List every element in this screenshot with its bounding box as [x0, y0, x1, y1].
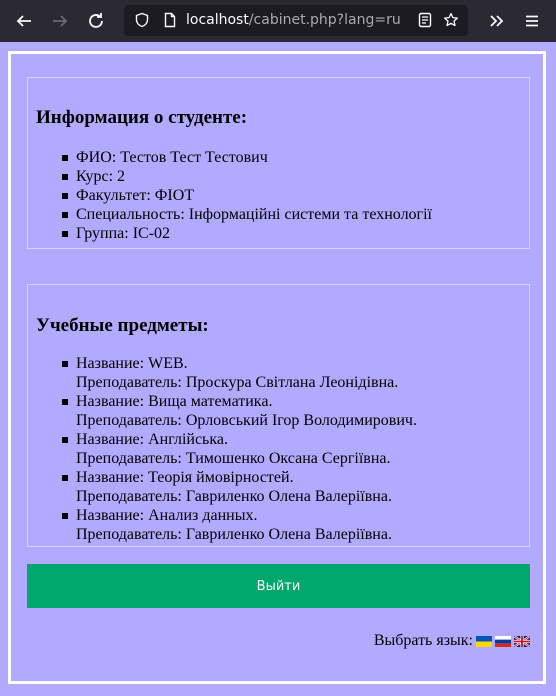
url-host: localhost: [186, 12, 249, 28]
subject-name: Название: Анализ данных.: [76, 507, 258, 524]
url-text: localhost/cabinet.php?lang=ru: [186, 12, 401, 28]
subject-name: Название: Теорія ймовірностей.: [76, 469, 294, 486]
student-info-title: Информация о студенте:: [36, 107, 248, 128]
bookmark-star-icon[interactable]: [443, 12, 459, 28]
back-arrow-icon[interactable]: [10, 7, 38, 35]
overflow-chevrons-icon[interactable]: [482, 7, 510, 35]
subject-item: Название: Теорія ймовірностей. Преподава…: [62, 468, 417, 506]
subject-teacher: Преподаватель: Орловський Ігор Володимир…: [76, 412, 417, 429]
subject-item: Название: Вища математика. Преподаватель…: [62, 392, 417, 430]
language-label: Выбрать язык:: [373, 632, 473, 649]
subject-teacher: Преподаватель: Тимошенко Оксана Сергіївн…: [76, 450, 391, 467]
language-selector: Выбрать язык:: [374, 632, 530, 650]
url-bar[interactable]: localhost/cabinet.php?lang=ru: [124, 5, 468, 36]
reload-icon[interactable]: [82, 7, 110, 35]
forward-arrow-icon[interactable]: [46, 7, 74, 35]
subjects-title: Учебные предметы:: [36, 315, 209, 336]
student-info-list: ФИО: Тестов Тест Тестович Курс: 2 Факуль…: [62, 148, 432, 243]
subject-name: Название: Англійська.: [76, 431, 228, 448]
subject-item: Название: Англійська. Преподаватель: Тим…: [62, 430, 417, 468]
russia-flag-icon[interactable]: [495, 635, 511, 647]
student-faculty: Факультет: ФІОТ: [62, 186, 432, 205]
page-icon[interactable]: [162, 12, 178, 28]
hamburger-menu-icon[interactable]: [518, 7, 546, 35]
student-info-card: Информация о студенте: ФИО: Тестов Тест …: [27, 77, 530, 249]
student-specialty: Специальность: Інформаційні системи та т…: [62, 206, 432, 223]
subject-teacher: Преподаватель: Проскура Світлана Леоніді…: [76, 374, 399, 391]
student-course: Курс: 2: [62, 167, 432, 186]
ukraine-flag-icon[interactable]: [476, 635, 492, 647]
reader-view-icon[interactable]: [417, 12, 433, 28]
subjects-card: Учебные предметы: Название: WEB. Препода…: [27, 284, 530, 547]
subjects-list: Название: WEB. Преподаватель: Проскура С…: [62, 354, 417, 544]
subject-name: Название: Вища математика.: [76, 393, 273, 410]
subject-teacher: Преподаватель: Гавриленко Олена Валеріїв…: [76, 526, 392, 543]
shield-icon[interactable]: [134, 12, 150, 28]
student-group: Группа: ІС-02: [62, 224, 432, 243]
uk-flag-icon[interactable]: [514, 635, 530, 647]
subject-item: Название: WEB. Преподаватель: Проскура С…: [62, 354, 417, 392]
subject-item: Название: Анализ данных. Преподаватель: …: [62, 506, 417, 544]
logout-button[interactable]: Выйти: [27, 564, 530, 608]
browser-toolbar: localhost/cabinet.php?lang=ru: [0, 0, 556, 43]
student-name: ФИО: Тестов Тест Тестович: [62, 148, 432, 167]
page-content: Информация о студенте: ФИО: Тестов Тест …: [0, 42, 556, 696]
subject-name: Название: WEB.: [76, 355, 188, 372]
subject-teacher: Преподаватель: Гавриленко Олена Валеріїв…: [76, 488, 392, 505]
url-path: /cabinet.php?lang=ru: [248, 12, 401, 28]
